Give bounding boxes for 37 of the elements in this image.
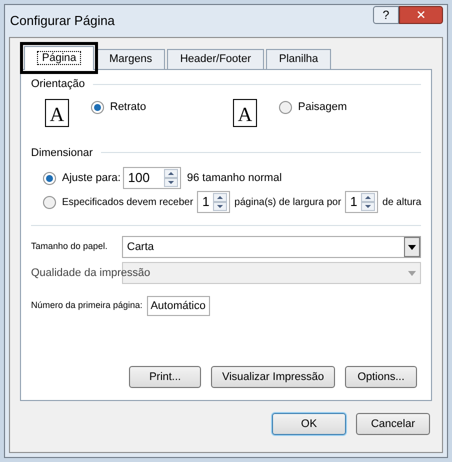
radio-label: Paisagem	[298, 100, 347, 116]
radio-button[interactable]	[43, 172, 56, 184]
spin-field[interactable]: 1	[197, 191, 230, 213]
panel-button[interactable]: Print...	[129, 366, 202, 388]
spin-field[interactable]: 100	[123, 167, 181, 189]
close-button[interactable]: ✕	[399, 6, 443, 24]
section-title: Dimensionar	[31, 146, 93, 160]
radio-button[interactable]	[91, 101, 104, 114]
spin-arrows-icon	[164, 169, 178, 187]
radio-button[interactable]	[279, 101, 292, 114]
dialog-button[interactable]: OK	[272, 413, 346, 435]
spin-arrows-icon	[361, 193, 376, 211]
panel-button[interactable]: Visualizar Impressão	[211, 366, 335, 388]
panel-button[interactable]: Options...	[345, 366, 417, 388]
dialog-button[interactable]: Cancelar	[356, 413, 430, 435]
field-label: Qualidade da impressão	[31, 266, 150, 281]
spin-arrows-icon	[213, 193, 228, 211]
radio-label: Especificados devem receber	[62, 196, 194, 210]
section-title: Orientação	[31, 77, 85, 92]
tab[interactable]: Header/Footer	[167, 49, 264, 69]
window-title: Configurar Página	[10, 12, 116, 30]
help-button[interactable]: ?	[373, 6, 399, 24]
radio-button[interactable]	[43, 196, 56, 208]
fit-middle-label: página(s) de largura por	[234, 196, 342, 210]
tab[interactable]: Margens	[96, 49, 166, 69]
fit-suffix: de altura	[382, 196, 422, 210]
field-label: Tamanho do papel.	[31, 240, 109, 254]
page-letter-icon: A	[45, 98, 69, 126]
scale-suffix: 96 tamanho normal	[187, 170, 282, 186]
spin-field[interactable]: 1	[345, 191, 378, 213]
paper-size-dropdown[interactable]: Carta	[122, 236, 421, 258]
field-label: Número da primeira página:	[31, 299, 143, 312]
radio-label: Retrato	[110, 100, 146, 116]
page-letter-icon: A	[233, 98, 257, 126]
tab[interactable]: Planilha	[266, 49, 332, 69]
first-page-field[interactable]: Automático	[146, 296, 210, 316]
dropdown-arrow-icon	[408, 270, 416, 276]
